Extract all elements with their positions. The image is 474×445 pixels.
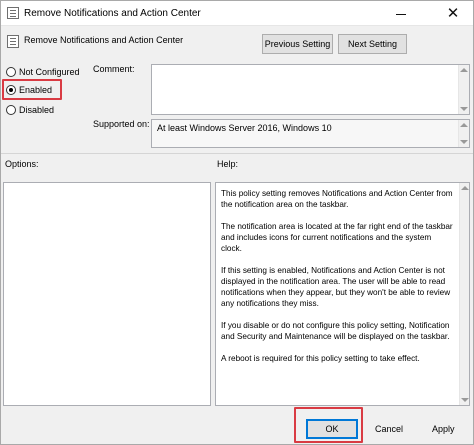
radio-not-configured-label: Not Configured — [19, 67, 80, 77]
setting-name: Remove Notifications and Action Center — [24, 35, 184, 45]
minimize-icon — [396, 13, 406, 15]
radio-not-configured[interactable]: Not Configured — [6, 65, 80, 79]
help-panel: This policy setting removes Notification… — [215, 182, 470, 406]
supported-on-field: At least Windows Server 2016, Windows 10 — [151, 119, 470, 148]
title-bar: Remove Notifications and Action Center ✕ — [1, 1, 473, 26]
divider — [1, 153, 473, 154]
scroll-up-icon — [460, 123, 468, 127]
scroll-down-icon — [460, 107, 468, 111]
options-panel — [3, 182, 211, 406]
apply-button[interactable]: Apply — [423, 419, 469, 439]
radio-not-configured-indicator[interactable] — [6, 67, 16, 77]
help-paragraph: This policy setting removes Notification… — [221, 189, 453, 209]
supported-on-label: Supported on: — [93, 119, 150, 129]
radio-disabled-label: Disabled — [19, 105, 55, 115]
help-paragraph: A reboot is required for this policy set… — [221, 354, 420, 363]
ok-button[interactable]: OK — [306, 419, 358, 439]
previous-setting-button[interactable]: Previous Setting — [262, 34, 333, 54]
help-scrollbar[interactable] — [459, 183, 469, 405]
comment-field[interactable] — [151, 64, 470, 115]
comment-scrollbar[interactable] — [458, 65, 469, 114]
comment-label: Comment: — [93, 64, 135, 74]
scroll-down-icon — [461, 398, 469, 402]
radio-disabled[interactable]: Disabled — [6, 103, 54, 117]
enabled-highlight-box — [2, 79, 62, 100]
close-icon: ✕ — [446, 4, 460, 22]
window-title: Remove Notifications and Action Center — [24, 8, 201, 19]
radio-disabled-indicator[interactable] — [6, 105, 16, 115]
scroll-up-icon — [461, 186, 469, 190]
help-label: Help: — [217, 159, 239, 169]
next-setting-button[interactable]: Next Setting — [338, 34, 407, 54]
help-paragraph: The notification area is located at the … — [221, 222, 453, 253]
options-label: Options: — [5, 159, 39, 169]
group-policy-dialog: Remove Notifications and Action Center ✕… — [0, 0, 474, 445]
scroll-up-icon — [460, 68, 468, 72]
scroll-down-icon — [460, 140, 468, 144]
policy-setting-icon — [7, 7, 19, 19]
close-button[interactable]: ✕ — [439, 1, 467, 25]
supported-scrollbar[interactable] — [458, 120, 469, 147]
help-paragraph: If you disable or do not configure this … — [221, 321, 450, 341]
supported-on-value: At least Windows Server 2016, Windows 10 — [157, 123, 332, 133]
help-paragraph: If this setting is enabled, Notification… — [221, 266, 451, 308]
setting-policy-icon — [7, 35, 19, 48]
cancel-button[interactable]: Cancel — [366, 419, 414, 439]
minimize-button[interactable] — [387, 1, 415, 25]
